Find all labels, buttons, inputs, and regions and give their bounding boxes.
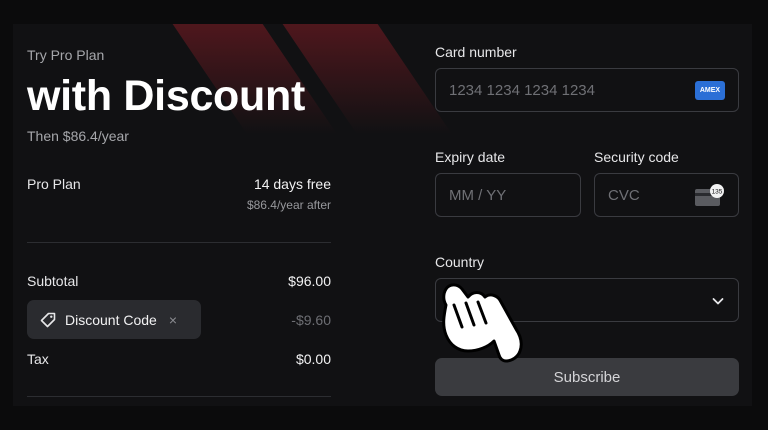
discount-value: -$9.60 [291, 312, 331, 328]
then-price: Then $86.4/year [27, 128, 129, 144]
order-summary: Try Pro Plan with Discount Then $86.4/ye… [27, 24, 331, 406]
plan-name: Pro Plan [27, 176, 81, 192]
cvc-card-icon: 135 [695, 184, 724, 206]
expiry-placeholder: MM / YY [449, 186, 507, 204]
plan-eyebrow: Try Pro Plan [27, 47, 105, 63]
country-label: Country [435, 254, 485, 270]
card-number-label: Card number [435, 44, 517, 60]
amex-card-icon: AMEX [695, 81, 725, 100]
divider [27, 396, 331, 397]
divider [27, 242, 331, 243]
tax-label: Tax [27, 351, 49, 367]
plan-after-price: $86.4/year after [246, 198, 331, 212]
subtotal-value: $96.00 [288, 273, 331, 289]
plan-trial: 14 days free [253, 176, 331, 192]
close-icon[interactable]: × [169, 312, 177, 328]
cvc-placeholder: CVC [608, 186, 640, 204]
cvc-icon-number: 135 [712, 189, 723, 196]
discount-code-label: Discount Code [65, 311, 157, 328]
security-code-label: Security code [594, 149, 679, 165]
discount-code-chip[interactable]: Discount Code × [27, 300, 201, 339]
expiry-date-input[interactable]: MM / YY [435, 173, 581, 217]
card-number-input[interactable]: 1234 1234 1234 1234 AMEX [435, 68, 739, 112]
tax-value: $0.00 [295, 351, 331, 367]
security-code-input[interactable]: CVC 135 [594, 173, 739, 217]
chevron-down-icon [712, 298, 724, 305]
subtotal-label: Subtotal [27, 273, 79, 289]
expiry-date-label: Expiry date [435, 149, 506, 165]
checkout-panel: Try Pro Plan with Discount Then $86.4/ye… [13, 24, 752, 406]
page-title: with Discount [27, 72, 305, 120]
hand-pointer-cursor-icon [442, 283, 523, 363]
tag-icon [40, 312, 56, 327]
card-number-placeholder: 1234 1234 1234 1234 [449, 81, 595, 99]
